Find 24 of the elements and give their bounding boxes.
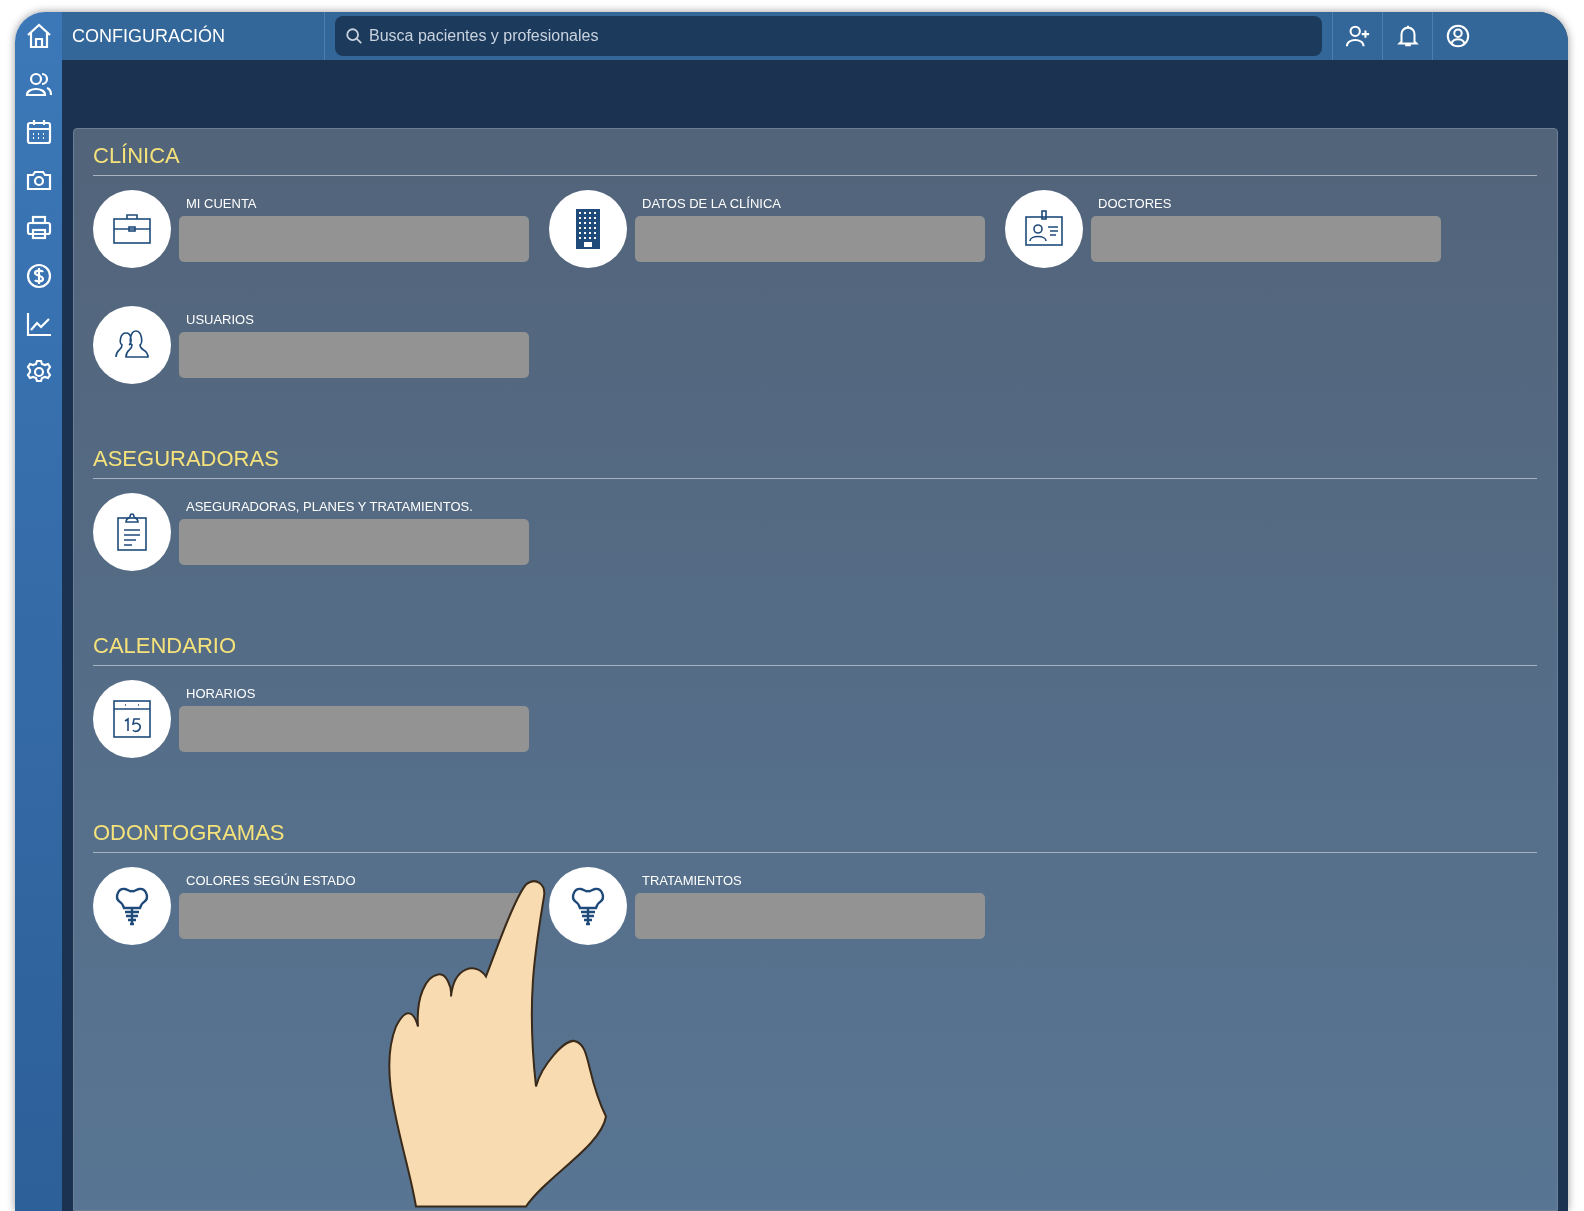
line-chart-icon[interactable] <box>24 310 53 338</box>
settings-item-label: DOCTORES <box>1097 196 1173 211</box>
calendar-icon[interactable] <box>24 118 53 146</box>
settings-item-label: COLORES SEGÚN ESTADO <box>185 873 357 888</box>
settings-item-label: HORARIOS <box>185 686 257 701</box>
page-title: CONFIGURACIÓN <box>62 12 325 60</box>
section-heading: CLÍNICA <box>93 143 1537 176</box>
add-user-icon[interactable] <box>1344 23 1371 49</box>
printer-icon[interactable] <box>24 214 53 242</box>
id-card-icon <box>1024 209 1064 249</box>
settings-item-label: TRATAMIENTOS <box>641 873 743 888</box>
search-icon <box>345 27 363 45</box>
search-field[interactable]: Busca pacientes y profesionales <box>335 16 1322 56</box>
calendar-icon <box>112 699 152 739</box>
settings-item-label: DATOS DE LA CLÍNICA <box>641 196 782 211</box>
settings-item-label: MI CUENTA <box>185 196 258 211</box>
settings-item-label: USUARIOS <box>185 312 255 327</box>
users-icon[interactable] <box>24 70 53 98</box>
dollar-icon[interactable] <box>24 262 53 290</box>
account-icon[interactable] <box>1444 23 1471 49</box>
section-heading: ASEGURADORAS <box>93 446 1537 479</box>
section-heading: CALENDARIO <box>93 633 1537 666</box>
settings-item-label: ASEGURADORAS, PLANES Y TRATAMIENTOS. <box>185 499 474 514</box>
section-heading: ODONTOGRAMAS <box>93 820 1537 853</box>
